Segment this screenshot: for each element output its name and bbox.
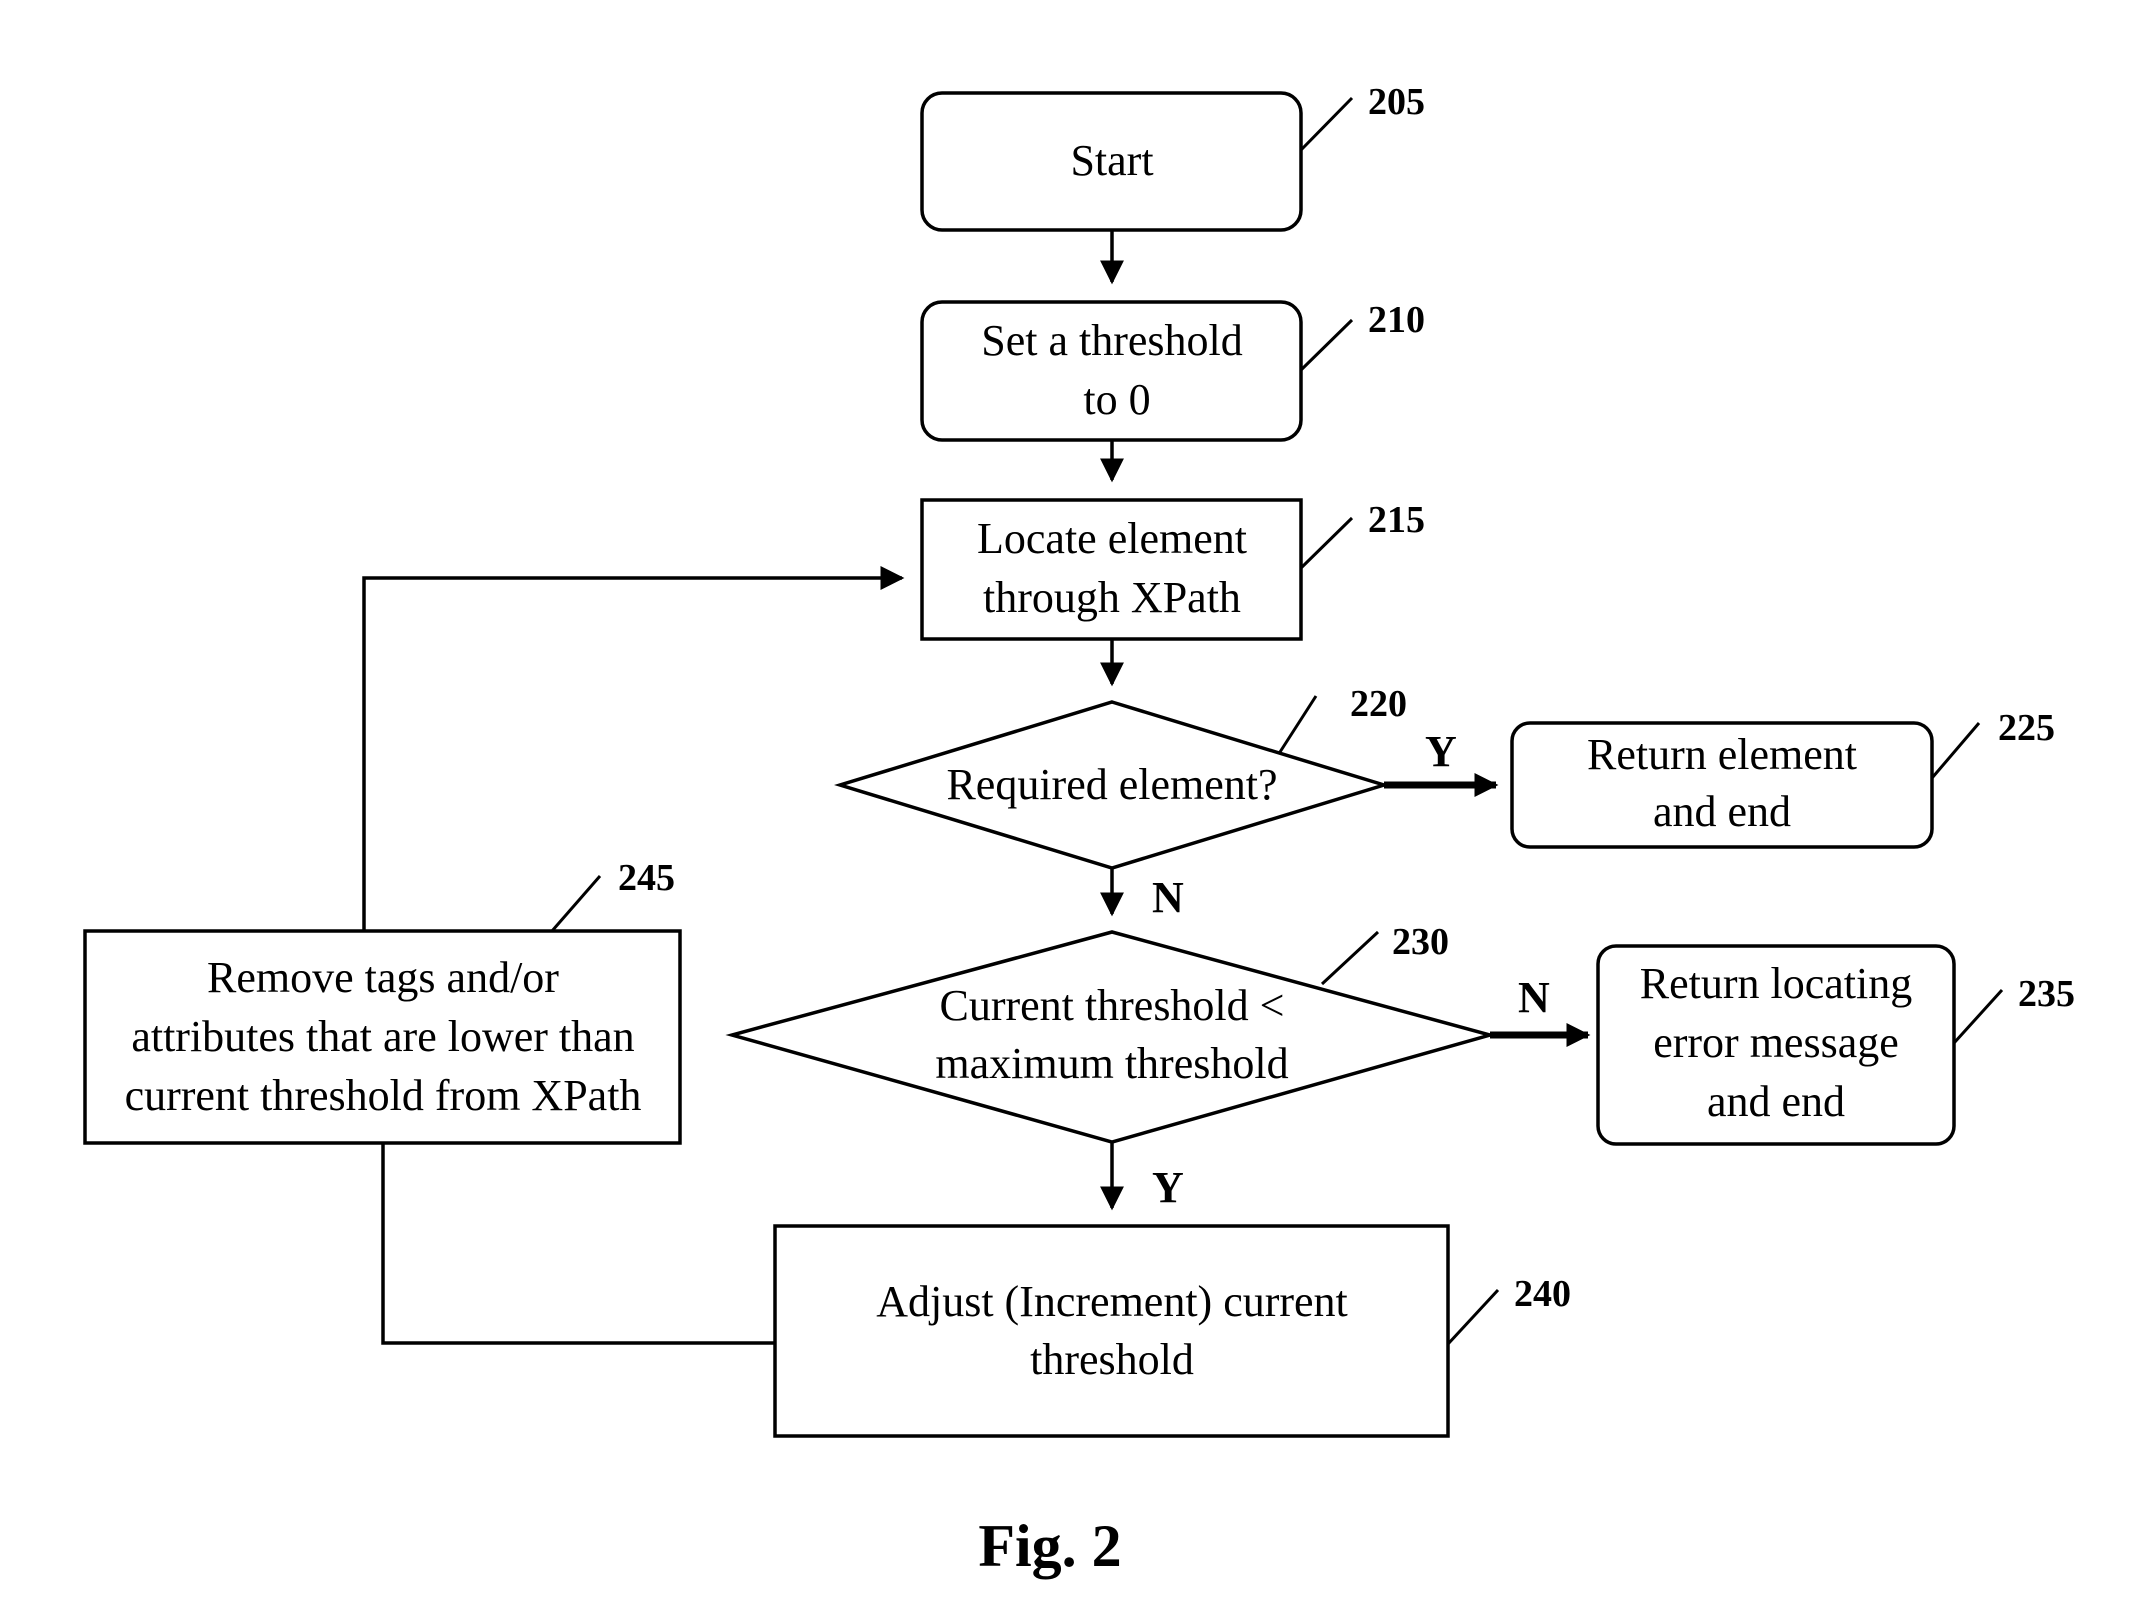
required-yes-label: Y [1425, 727, 1457, 776]
leader-230 [1320, 930, 1380, 986]
locate-label-line1: Locate element [977, 514, 1247, 563]
leader-245 [550, 875, 602, 932]
node-225-return-element: Return element and end [1510, 721, 1934, 849]
node-235-return-error: Return locating error message and end [1596, 944, 1956, 1146]
node-245-remove: Remove tags and/or attributes that are l… [83, 929, 682, 1145]
return-element-label-line2: and end [1653, 787, 1791, 836]
node-220-required: Required element? [834, 700, 1390, 870]
return-error-label-line3: and end [1707, 1077, 1845, 1126]
node-215-locate: Locate element through XPath [920, 498, 1303, 641]
node-240-adjust: Adjust (Increment) current threshold [773, 1224, 1450, 1438]
adjust-box [773, 1224, 1450, 1438]
remove-label-line1: Remove tags and/or [207, 953, 559, 1002]
ref-215: 215 [1368, 499, 1425, 541]
ref-235: 235 [2018, 973, 2075, 1015]
leader-215 [1299, 516, 1354, 570]
ref-210: 210 [1368, 299, 1425, 341]
return-error-label-line2: error message [1653, 1018, 1899, 1067]
ref-240: 240 [1514, 1273, 1571, 1315]
node-230-compare: Current threshold < maximum threshold [725, 930, 1497, 1144]
set-threshold-label-line2: to 0 [1083, 375, 1150, 424]
ref-205: 205 [1368, 81, 1425, 123]
node-205-start: Start [920, 91, 1303, 232]
return-element-label-line1: Return element [1587, 730, 1857, 779]
adjust-label-line1: Adjust (Increment) current [876, 1277, 1348, 1326]
leader-235 [1952, 988, 2004, 1045]
compare-diamond [725, 930, 1497, 1144]
start-label: Start [1070, 136, 1153, 185]
ref-220: 220 [1350, 683, 1407, 725]
compare-no-label: N [1518, 973, 1550, 1022]
edge-240-245 [381, 1143, 775, 1345]
leader-225 [1930, 722, 1981, 779]
ref-230: 230 [1392, 921, 1449, 963]
leader-210 [1299, 318, 1354, 372]
remove-label-line2: attributes that are lower than [131, 1012, 634, 1061]
leader-220 [1278, 695, 1318, 753]
figure-caption: Fig. 2 [978, 1513, 1121, 1579]
required-label: Required element? [946, 760, 1277, 809]
set-threshold-label-line1: Set a threshold [981, 316, 1243, 365]
ref-245: 245 [618, 857, 675, 899]
compare-label-line2: maximum threshold [935, 1039, 1288, 1088]
leader-240 [1446, 1288, 1500, 1346]
ref-225: 225 [1998, 707, 2055, 749]
leader-205 [1299, 96, 1354, 152]
adjust-label-line2: threshold [1030, 1335, 1194, 1384]
reference-numerals: 205 210 215 220 225 230 235 240 245 [550, 81, 2075, 1346]
flowchart: Start Set a threshold to 0 Locate elemen… [83, 81, 2075, 1579]
node-210-set-threshold: Set a threshold to 0 [920, 300, 1303, 442]
remove-label-line3: current threshold from XPath [125, 1071, 642, 1120]
compare-label-line1: Current threshold < [940, 981, 1285, 1030]
locate-label-line2: through XPath [983, 573, 1241, 622]
return-error-label-line1: Return locating [1640, 959, 1913, 1008]
compare-yes-label: Y [1152, 1163, 1184, 1212]
required-no-label: N [1152, 873, 1184, 922]
